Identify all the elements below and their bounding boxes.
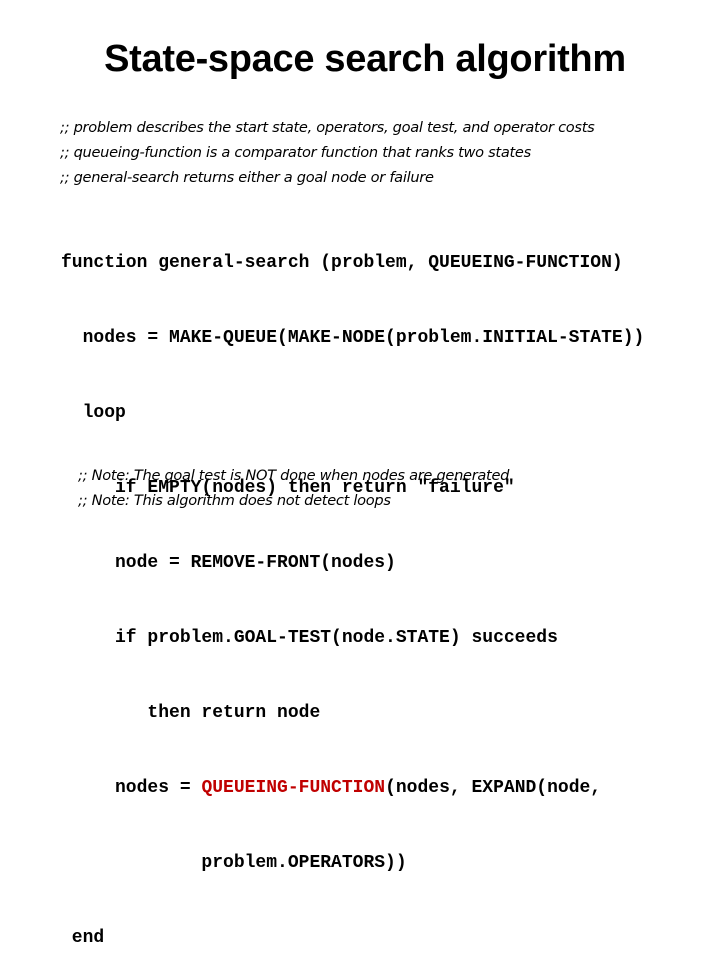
- code-line-function-signature: function general-search (problem, QUEUEI…: [61, 253, 623, 273]
- comment-line-queueing-function: ;; queueing-function is a comparator fun…: [60, 144, 531, 161]
- code-line-queueing-call: nodes = QUEUEING-FUNCTION(nodes, EXPAND(…: [61, 776, 644, 801]
- code-suffix: (nodes, EXPAND(node,: [385, 778, 602, 798]
- code-line-make-queue: nodes = MAKE-QUEUE(MAKE-NODE(problem.INI…: [61, 328, 645, 348]
- code-line-goal-test: if problem.GOAL-TEST(node.STATE) succeed…: [61, 628, 558, 648]
- code-line-end: end: [61, 928, 105, 948]
- pseudocode-block: function general-search (problem, QUEUEI…: [61, 201, 644, 976]
- code-line-return-node: then return node: [61, 703, 321, 723]
- slide-title: State-space search algorithm: [104, 38, 626, 80]
- queueing-function-highlight: QUEUEING-FUNCTION: [201, 778, 386, 798]
- code-line-operators: problem.OPERATORS)): [61, 853, 407, 873]
- note-goal-test: ;; Note: The goal test is NOT done when …: [78, 467, 510, 484]
- code-line-remove-front: node = REMOVE-FRONT(nodes): [61, 553, 396, 573]
- code-line-loop: loop: [61, 403, 126, 423]
- note-no-loop-detection: ;; Note: This algorithm does not detect …: [78, 492, 391, 509]
- comment-line-general-search: ;; general-search returns either a goal …: [60, 169, 434, 186]
- code-prefix: nodes =: [61, 778, 202, 798]
- comment-line-problem: ;; problem describes the start state, op…: [60, 119, 595, 136]
